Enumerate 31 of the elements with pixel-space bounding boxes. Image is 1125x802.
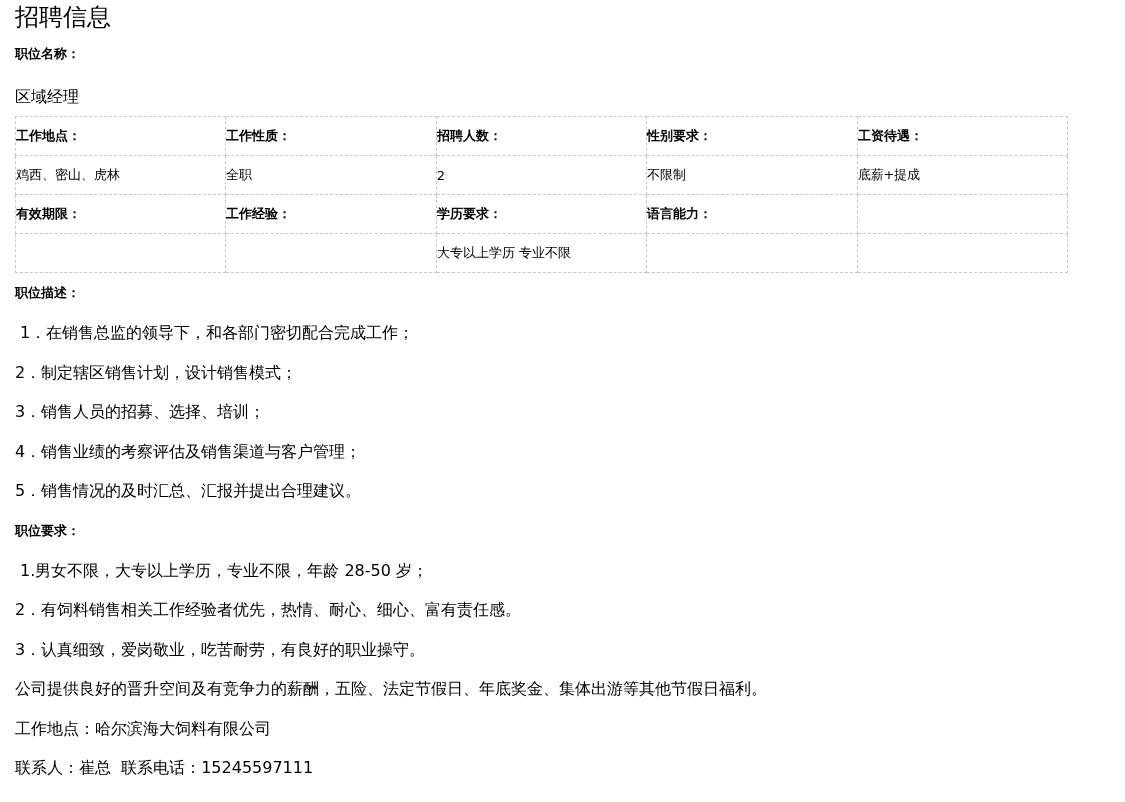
paragraph: 工作地点：哈尔滨海大饲料有限公司 xyxy=(15,718,271,738)
table-cell: 工作地点： xyxy=(16,128,81,143)
table-cell: 工作经验： xyxy=(226,206,292,221)
list-item: 3．销售人员的招募、选择、培训； xyxy=(15,402,266,421)
list-item: 3．认真细致，爱岗敬业，吃苦耐劳，有良好的职业操守。 xyxy=(15,639,426,659)
list-item: 1.男女不限，大专以上学历，专业不限，年龄 28-50 岁； xyxy=(19,560,428,580)
table-cell: 工作性质： xyxy=(226,128,292,143)
table-cell: 大专以上学历 专业不限 xyxy=(436,245,571,260)
table-cell: 工资待遇： xyxy=(857,128,923,143)
paragraph: 联系人：崔总 联系电话：15245597111 xyxy=(15,758,314,777)
paragraph: 公司提供良好的晋升空间及有竞争力的薪酬，五险、法定节假日、年底奖金、集体出游等其他节假日福利。 xyxy=(15,679,767,698)
table-cell: 性别要求： xyxy=(647,128,713,143)
table-cell: 2 xyxy=(436,167,446,183)
position-name: 区域经理 xyxy=(15,86,79,108)
section-heading: 职位要求： xyxy=(15,521,80,540)
list-item: 4．销售业绩的考察评估及销售渠道与客户管理； xyxy=(15,441,362,461)
page-title: 招聘信息 xyxy=(15,2,112,33)
table-cell: 鸡西、密山、虎林 xyxy=(16,167,120,182)
table-cell: 有效期限： xyxy=(16,206,81,221)
table-cell: 不限制 xyxy=(647,167,687,182)
list-item: 1．在销售总监的领导下，和各部门密切配合完成工作； xyxy=(19,323,415,342)
table-cell: 全职 xyxy=(226,167,253,182)
list-item: 2．制定辖区销售计划，设计销售模式； xyxy=(15,362,298,382)
field-label: 职位名称： xyxy=(15,45,80,63)
table-cell: 招聘人数： xyxy=(436,128,502,143)
section-heading: 职位描述： xyxy=(15,284,80,302)
table-cell: 底薪+提成 xyxy=(857,167,921,182)
list-item: 2．有饲料销售相关工作经验者优先，热情、耐心、细心、富有责任感。 xyxy=(15,600,522,619)
table-cell: 语言能力： xyxy=(647,206,713,221)
table-cell: 学历要求： xyxy=(436,206,502,221)
list-item: 5．销售情况的及时汇总、汇报并提出合理建议。 xyxy=(15,481,362,500)
